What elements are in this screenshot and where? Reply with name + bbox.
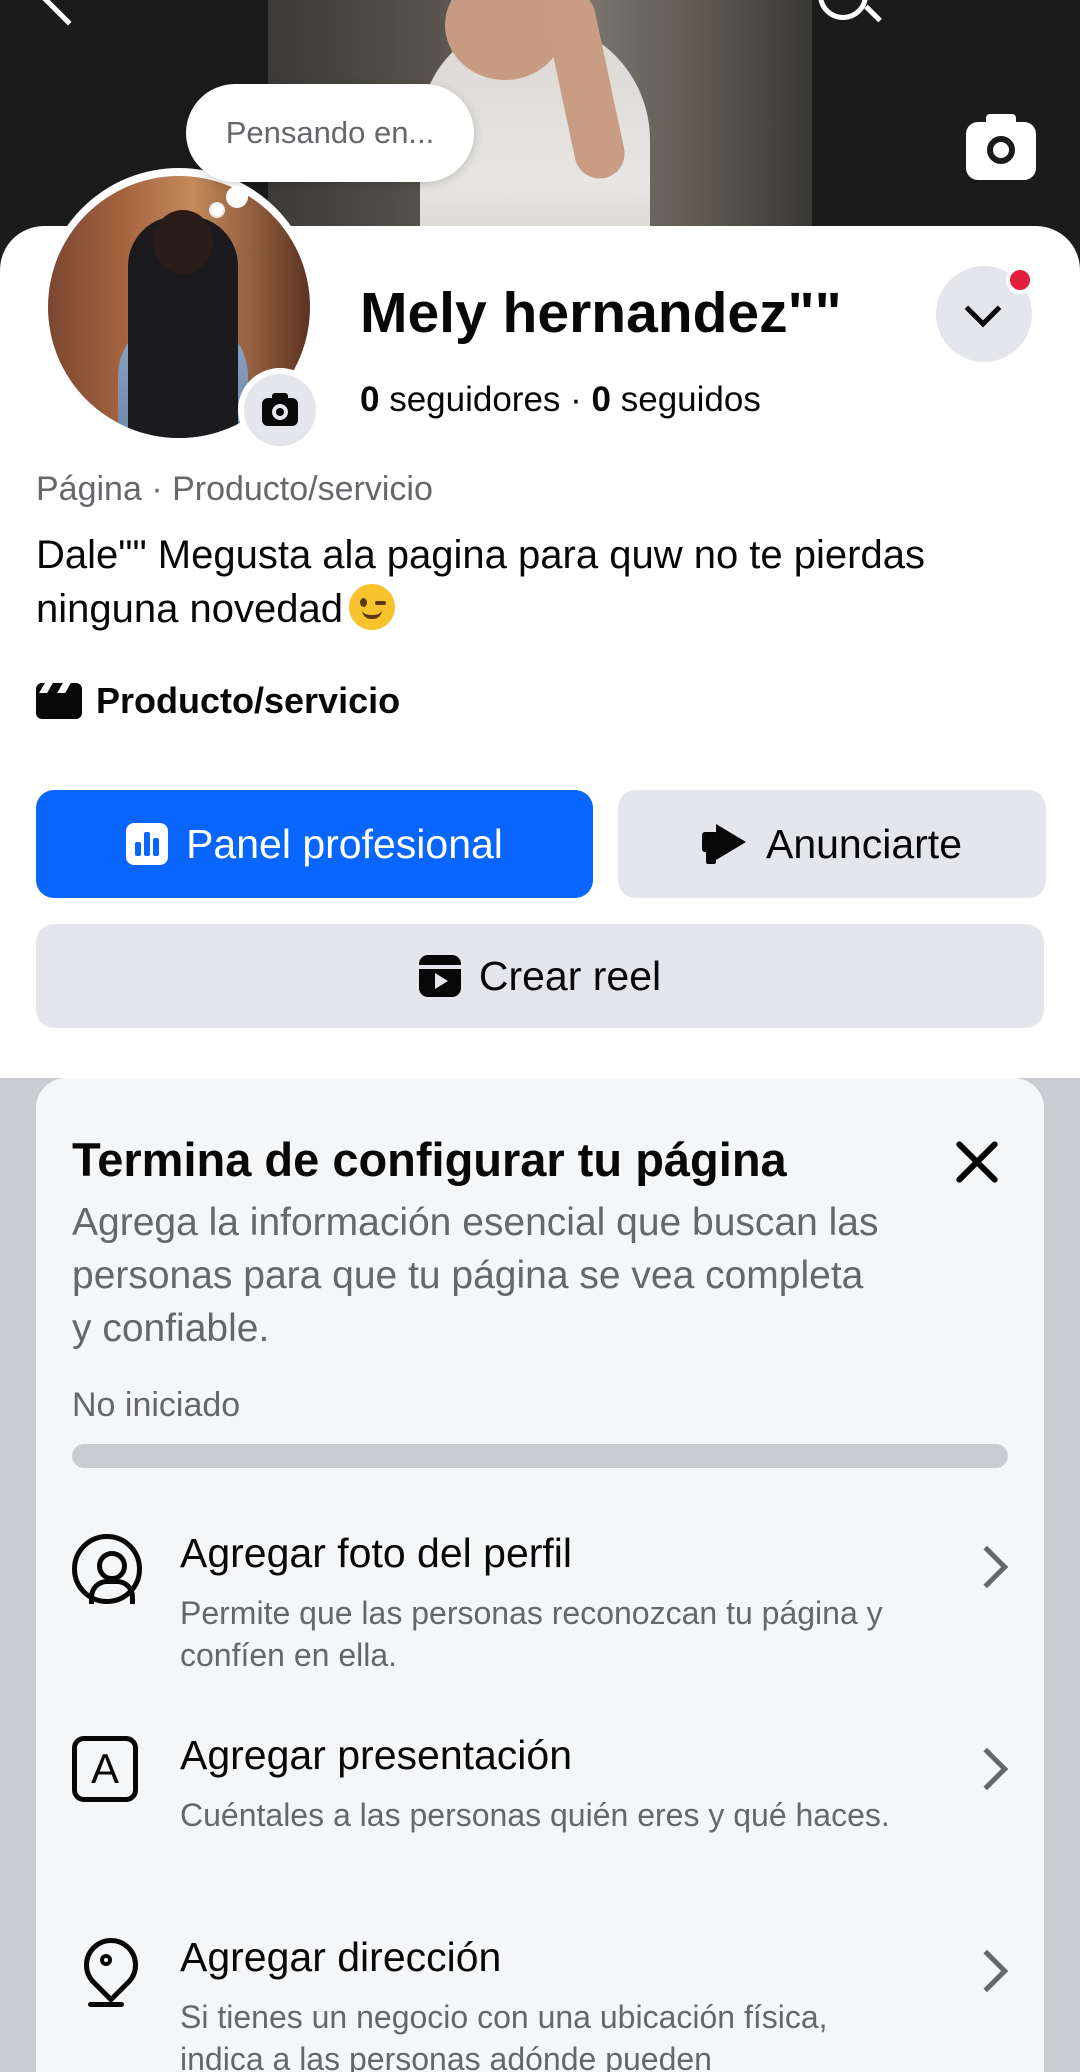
chevron-right-icon [965, 1545, 1009, 1589]
bar-chart-bar [144, 832, 151, 856]
following-label: seguidos [611, 380, 761, 419]
location-pin-dot [100, 1954, 112, 1966]
thought-bubble-dot [226, 186, 248, 208]
setup-card-description: Agrega la información esencial que busca… [72, 1201, 879, 1350]
setup-progress-bar [72, 1444, 1008, 1468]
task-description: Cuéntales a las personas quién eres y qu… [180, 1797, 890, 1833]
bar-chart-bar [135, 842, 142, 856]
profile-switch-button[interactable] [936, 266, 1034, 362]
winking-face-icon [348, 584, 395, 630]
followers-label: seguidores · [379, 380, 592, 419]
task-description: Si tienes un negocio con una ubicación f… [180, 1999, 828, 2072]
letter-a-icon: A [72, 1736, 138, 1802]
megaphone-handle [705, 850, 716, 864]
close-icon[interactable] [950, 1134, 1006, 1190]
page-bio: Dale"" Megusta ala pagina para quw no te… [36, 528, 1046, 636]
following-count: 0 [591, 380, 611, 419]
bar-chart-bar [153, 838, 160, 856]
back-arrow-icon[interactable] [42, 0, 94, 26]
advertise-button[interactable]: Anunciarte [618, 790, 1046, 898]
search-icon[interactable] [818, 0, 868, 20]
professional-panel-button[interactable]: Panel profesional [36, 790, 593, 898]
notification-dot [1006, 266, 1034, 294]
edit-cover-camera-icon[interactable] [966, 114, 1036, 180]
reel-icon [418, 955, 461, 997]
task-description: Permite que las personas reconozcan tu p… [180, 1595, 883, 1673]
camera-icon [262, 393, 298, 426]
person-circle-icon [72, 1534, 142, 1604]
follow-stats[interactable]: 0 seguidores · 0 seguidos [360, 380, 761, 420]
task-add-address[interactable]: Agregar dirección Si tienes un negocio c… [72, 1934, 1009, 2072]
page-name: Mely hernandez"" [360, 281, 842, 345]
bar-chart-icon [126, 823, 169, 865]
task-title: Agregar foto del perfil [180, 1530, 573, 1576]
page-category-row[interactable]: Producto/servicio [36, 680, 400, 722]
page-bio-text: Dale"" Megusta ala pagina para quw no te… [36, 533, 925, 631]
chevron-right-icon [965, 1949, 1009, 1993]
page-type-line: Página · Producto/servicio [36, 470, 433, 508]
emoji-mouth [361, 610, 382, 619]
location-pin-icon [72, 1938, 142, 2008]
advertise-label: Anunciarte [765, 820, 962, 867]
avatar-figure-head [153, 210, 213, 274]
thought-bubble-dot-small [209, 202, 225, 218]
chevron-right-icon [965, 1747, 1009, 1791]
thought-bubble[interactable]: Pensando en... [186, 84, 474, 182]
chevron-down-icon [964, 290, 1002, 328]
create-reel-label: Crear reel [478, 952, 662, 999]
megaphone-icon [701, 824, 748, 864]
create-reel-button[interactable]: Crear reel [36, 924, 1044, 1028]
page-category-label: Producto/servicio [96, 680, 401, 721]
task-add-profile-photo[interactable]: Agregar foto del perfil Permite que las … [72, 1530, 1009, 1680]
task-add-intro[interactable]: A Agregar presentación Cuéntales a las p… [72, 1732, 1009, 1882]
thought-bubble-text: Pensando en... [225, 115, 435, 150]
clapperboard-icon [36, 683, 82, 719]
edit-avatar-camera-icon[interactable] [238, 368, 322, 452]
setup-card-title: Termina de configurar tu página [72, 1133, 787, 1186]
professional-panel-label: Panel profesional [186, 820, 503, 867]
task-title: Agregar dirección [180, 1934, 502, 1980]
task-title: Agregar presentación [180, 1732, 573, 1778]
setup-status: No iniciado [72, 1386, 241, 1424]
followers-count: 0 [360, 380, 380, 419]
